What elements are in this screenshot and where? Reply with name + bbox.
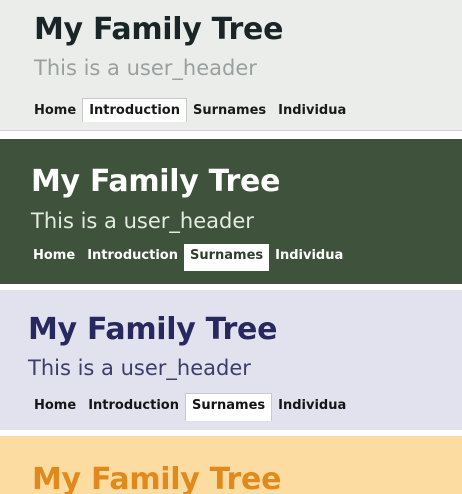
site-title: My Family Tree <box>32 462 282 494</box>
nav-tabs: Home Introduction Surnames Individua <box>27 244 349 271</box>
theme-preview-orange: My Family Tree <box>0 436 462 494</box>
tab-introduction[interactable]: Introduction <box>82 394 185 421</box>
site-subtitle: This is a user_header <box>34 56 257 80</box>
site-title: My Family Tree <box>28 312 278 347</box>
tab-introduction[interactable]: Introduction <box>82 98 187 122</box>
site-subtitle: This is a user_header <box>31 209 254 233</box>
tab-surnames[interactable]: Surnames <box>183 244 270 271</box>
theme-preview-light: My Family Tree This is a user_header Hom… <box>0 0 462 131</box>
tab-home[interactable]: Home <box>28 99 82 122</box>
tab-surnames[interactable]: Surnames <box>184 393 273 421</box>
tab-individuals[interactable]: Individua <box>269 244 349 271</box>
tab-home[interactable]: Home <box>27 244 81 271</box>
site-title: My Family Tree <box>34 12 284 47</box>
theme-preview-lavender: My Family Tree This is a user_header Hom… <box>0 290 462 430</box>
tab-home[interactable]: Home <box>28 394 82 421</box>
tab-introduction[interactable]: Introduction <box>81 244 184 271</box>
theme-preview-green: My Family Tree This is a user_header Hom… <box>0 139 462 284</box>
site-subtitle: This is a user_header <box>28 356 251 380</box>
nav-tabs: Home Introduction Surnames Individua <box>28 393 352 421</box>
tab-individuals[interactable]: Individua <box>272 394 352 421</box>
nav-tabs: Home Introduction Surnames Individua <box>28 98 352 122</box>
tab-individuals[interactable]: Individua <box>272 99 352 122</box>
tab-surnames[interactable]: Surnames <box>187 99 272 122</box>
site-title: My Family Tree <box>31 164 281 199</box>
